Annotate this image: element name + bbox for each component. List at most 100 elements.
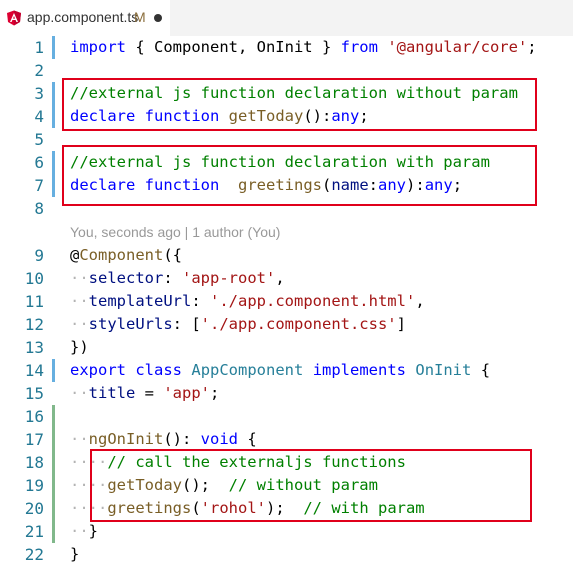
line-number: 17: [24, 430, 44, 449]
code-token: {: [471, 361, 491, 379]
code-text: ··selector: 'app-root',: [70, 269, 285, 287]
code-token: from: [340, 38, 378, 56]
code-token: '@angular/core': [387, 38, 528, 56]
code-line[interactable]: 13}): [0, 336, 573, 359]
code-text: export class AppComponent implements OnI…: [70, 361, 490, 379]
code-token: :: [163, 269, 182, 287]
line-number: 1: [34, 38, 44, 57]
gutter-added-indicator[interactable]: [52, 451, 55, 474]
codelens-row: You, seconds ago | 1 author (You): [0, 220, 573, 243]
code-line[interactable]: 14 export class AppComponent implements O…: [0, 359, 573, 382]
code-token: templateUrl: [88, 292, 192, 310]
gutter-added-indicator[interactable]: [52, 405, 55, 428]
line-number: 19: [24, 476, 44, 495]
code-token: class: [135, 361, 183, 379]
code-line[interactable]: 11 ··templateUrl: './app.component.html',: [0, 290, 573, 313]
line-number: 2: [34, 61, 44, 80]
code-token: ({: [163, 246, 183, 264]
code-line[interactable]: 12 ··styleUrls: ['./app.component.css']: [0, 313, 573, 336]
code-token: Component: [79, 246, 164, 264]
code-token: ··: [70, 269, 89, 287]
code-token: export: [70, 361, 126, 379]
code-token: styleUrls: [88, 315, 173, 333]
line-number: 20: [24, 499, 44, 518]
code-token: { Component, OnInit }: [126, 38, 341, 56]
gutter-added-indicator[interactable]: [52, 428, 55, 451]
line-number: 7: [34, 176, 44, 195]
code-token: ]: [396, 315, 406, 333]
code-token: ngOnInit: [88, 430, 164, 448]
line-number: 12: [24, 315, 44, 334]
code-token: void: [200, 430, 238, 448]
codelens-author-info[interactable]: You, seconds ago | 1 author (You): [70, 224, 280, 240]
code-text: import { Component, OnInit } from '@angu…: [70, 38, 537, 56]
angular-icon: [6, 10, 22, 26]
code-token: ··: [70, 292, 89, 310]
code-token: =: [135, 384, 164, 402]
gutter-added-indicator[interactable]: [52, 520, 55, 543]
code-text: ··title = 'app';: [70, 384, 219, 402]
code-token: }: [88, 522, 99, 540]
gutter-modified-indicator[interactable]: [52, 359, 55, 382]
code-token: ··: [70, 430, 89, 448]
code-token: './app.component.css': [200, 315, 397, 333]
gutter-added-indicator[interactable]: [52, 474, 55, 497]
code-token: 'app-root': [182, 269, 276, 287]
line-number: 8: [34, 199, 44, 218]
code-text: ··styleUrls: ['./app.component.css']: [70, 315, 406, 333]
code-line[interactable]: 17 ··ngOnInit(): void {: [0, 428, 573, 451]
code-line[interactable]: 22}: [0, 543, 573, 566]
line-number: 13: [24, 338, 44, 357]
line-number: 11: [24, 292, 44, 311]
highlight-box-function-calls: [90, 449, 532, 522]
gutter-modified-indicator[interactable]: [52, 174, 55, 197]
gutter-added-indicator[interactable]: [52, 497, 55, 520]
code-token: ··: [70, 315, 89, 333]
line-number: 10: [24, 269, 44, 288]
line-number: 22: [24, 545, 44, 564]
code-line[interactable]: 10 ··selector: 'app-root',: [0, 267, 573, 290]
line-number: 15: [24, 384, 44, 403]
code-line[interactable]: 1 import { Component, OnInit } from '@ang…: [0, 36, 573, 59]
unsaved-dot-icon[interactable]: [154, 14, 162, 22]
line-number: 9: [34, 246, 44, 265]
code-text: ··templateUrl: './app.component.html',: [70, 292, 425, 310]
code-token: './app.component.html': [210, 292, 416, 310]
code-text: @Component({: [70, 246, 182, 264]
code-line[interactable]: 15 ··title = 'app';: [0, 382, 573, 405]
line-number: 18: [24, 453, 44, 472]
tab-app-component-ts[interactable]: app.component.ts M: [0, 0, 170, 36]
code-text: }: [70, 545, 79, 563]
gutter-modified-indicator[interactable]: [52, 105, 55, 128]
line-number: 14: [24, 361, 44, 380]
code-editor[interactable]: 1 import { Component, OnInit } from '@ang…: [0, 36, 573, 571]
gutter-modified-indicator[interactable]: [52, 82, 55, 105]
gutter-modified-indicator[interactable]: [52, 151, 55, 174]
code-line[interactable]: 9 @Component({: [0, 244, 573, 267]
code-token: ;: [210, 384, 220, 402]
code-token: }: [70, 545, 80, 563]
line-number: 16: [24, 407, 44, 426]
line-number: 4: [34, 107, 44, 126]
highlight-box-declaration-without-param: [62, 78, 537, 131]
code-token: 'app': [163, 384, 211, 402]
editor-tab-bar: app.component.ts M: [0, 0, 573, 36]
modified-badge: M: [134, 9, 146, 25]
code-token: ():: [163, 430, 201, 448]
code-token: selector: [88, 269, 164, 287]
line-number: 21: [24, 522, 44, 541]
code-token: : [: [172, 315, 201, 333]
gutter-modified-indicator[interactable]: [52, 36, 55, 59]
code-line[interactable]: 16: [0, 405, 573, 428]
line-number: 6: [34, 153, 44, 172]
code-token: OnInit: [415, 361, 472, 379]
code-token: ;: [527, 38, 537, 56]
code-token: ,: [415, 292, 425, 310]
code-line[interactable]: 21 ··}: [0, 520, 573, 543]
code-token: ··: [70, 522, 89, 540]
